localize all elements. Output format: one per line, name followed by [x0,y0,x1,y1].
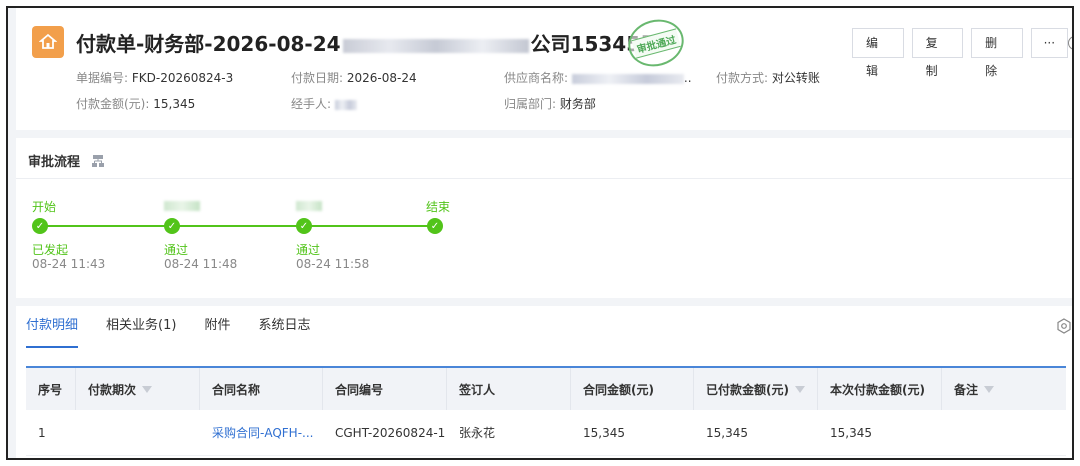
check-icon: ✓ [427,218,443,234]
flow-node-time: 08-24 11:58 [296,257,370,271]
column-header: 序号 [26,368,76,410]
row-remark [942,410,1066,455]
pay-date-field: 付款日期: 2026-08-24 [291,71,417,85]
tab-attachments[interactable]: 附件 [204,306,230,348]
flow-node-name [296,198,322,212]
column-header: 备注 [942,368,1066,410]
tab-related-business[interactable]: 相关业务(1) [106,306,176,348]
approved-stamp: 审批通过 [623,13,689,73]
tab-payment-detail[interactable]: 付款明细 [26,306,79,348]
redacted-text [571,73,684,84]
row-no: 1 [38,425,46,440]
more-button[interactable]: ··· [1030,28,1068,58]
redacted-text [342,38,529,53]
check-icon: ✓ [164,218,180,234]
delete-button[interactable]: 删除 [971,28,1023,78]
check-icon: ✓ [296,218,312,234]
title-prefix: 付款单-财务部-2026-08-24 [76,32,341,56]
table-header: 序号 付款期次 合同名称 合同编号 签订人 合同金额(元) 已付款金额(元) 本… [26,368,1066,410]
approval-flow-title: 审批流程 [28,151,105,170]
page-title: 付款单-财务部-2026-08-24 公司15345元 [76,28,660,57]
redacted-text [296,200,322,211]
document-header: 付款单-财务部-2026-08-24 公司15345元 审批通过 编辑 复制 删除… [16,8,1072,130]
redacted-text [334,99,357,110]
detail-tabs: 付款明细 相关业务(1) 附件 系统日志 [26,306,338,348]
row-period [76,410,200,455]
column-header: 付款期次 [76,368,200,410]
contract-name-link[interactable]: 采购合同-AQFH-... [200,410,323,455]
column-header: 合同金额(元) [571,368,694,410]
row-signer: 张永花 [459,426,496,440]
column-header: 合同名称 [200,368,323,410]
flow-node-name: 开始 [32,200,57,214]
filter-icon[interactable] [984,385,995,393]
row-contract-no: CGHT-20260824-1 [335,425,446,440]
detail-panel: 付款明细 相关业务(1) 附件 系统日志 序号 付款期次 合同名称 合同编号 签… [16,306,1072,458]
flow-chart-icon[interactable] [91,154,105,168]
filter-icon[interactable] [794,385,805,393]
copy-button[interactable]: 复制 [911,28,964,78]
flow-node-status: 通过 [164,243,189,257]
filter-icon[interactable] [142,385,153,393]
payment-detail-table: 序号 付款期次 合同名称 合同编号 签订人 合同金额(元) 已付款金额(元) 本… [26,366,1066,456]
flow-node-status: 通过 [296,243,321,257]
doc-no-field: 单据编号: FKD-20260824-3 [76,71,234,85]
row-current-amount: 15,345 [830,425,872,440]
edit-button[interactable]: 编辑 [852,28,904,78]
settings-icon[interactable] [1056,318,1072,334]
tab-system-log[interactable]: 系统日志 [258,306,310,348]
flow-node-name: 结束 [426,200,451,214]
home-icon [32,26,64,58]
column-header: 已付款金额(元) [694,368,818,410]
handler-field: 经手人: [291,95,357,112]
approval-flow-panel: 审批流程 开始 ✓ 已发起 08-24 11:43 ✓ 通过 08-24 11:… [16,138,1072,298]
app-frame: 付款单-财务部-2026-08-24 公司15345元 审批通过 编辑 复制 删除… [6,6,1074,460]
supplier-field: 供应商名称: .. [504,71,692,85]
flow-node-status: 已发起 [32,243,69,257]
flow-node-name [164,198,200,212]
flow-node-time: 08-24 11:48 [164,257,238,271]
flow-node-time: 08-24 11:43 [32,257,106,271]
check-icon: ✓ [32,218,48,234]
column-header: 签订人 [447,368,571,410]
divider [16,178,1072,179]
redacted-text [164,200,200,211]
dept-field: 归属部门: 财务部 [504,97,596,111]
pay-method-field: 付款方式: 对公转账 [716,71,820,85]
column-header: 本次付款金额(元) [818,368,942,410]
row-contract-amount: 15,345 [583,425,625,440]
column-header: 合同编号 [323,368,447,410]
amount-field: 付款金额(元): 15,345 [76,97,196,111]
action-buttons: 编辑 复制 删除 ··· [852,28,1072,78]
flow-progress-line [36,225,430,227]
table-row: 1 采购合同-AQFH-... CGHT-20260824-1 张永花 15,3… [26,410,1066,456]
row-paid-amount: 15,345 [706,425,748,440]
